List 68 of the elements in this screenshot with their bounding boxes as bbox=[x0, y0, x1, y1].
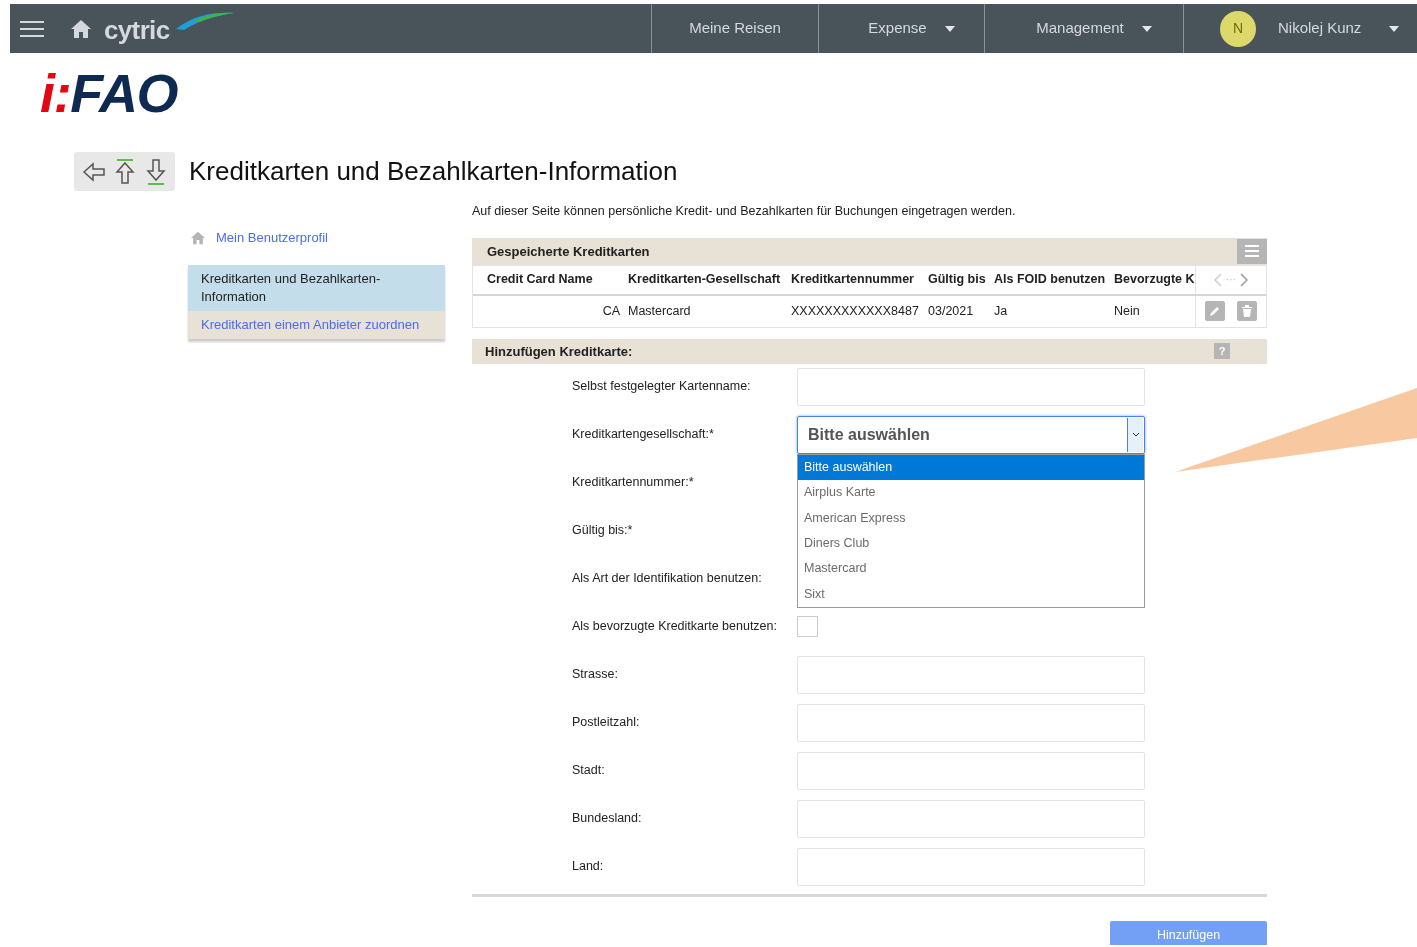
caret-icon bbox=[944, 25, 955, 32]
section-title: Gespeicherte Kreditkarten bbox=[487, 242, 650, 261]
nav-menu-item[interactable]: Management bbox=[984, 4, 1183, 53]
column-header: Bevorzugte K bbox=[1114, 271, 1195, 289]
input-field[interactable] bbox=[797, 703, 1145, 742]
chevron-right-icon[interactable] bbox=[1240, 272, 1248, 287]
input-field[interactable] bbox=[797, 367, 1145, 406]
caret-icon bbox=[1141, 25, 1152, 32]
home-icon[interactable] bbox=[70, 18, 92, 39]
dropdown-option[interactable]: Bitte auswählen bbox=[798, 454, 1144, 481]
trash-icon bbox=[1242, 305, 1252, 318]
field-label: Kreditkartengesellschaft:* bbox=[572, 426, 715, 444]
menu-icon[interactable] bbox=[20, 20, 44, 37]
section-title: Hinzufügen Kreditkarte: bbox=[485, 342, 633, 361]
dropdown-option[interactable]: Diners Club bbox=[798, 530, 1144, 557]
brand-logo[interactable]: cytric bbox=[104, 8, 238, 49]
input-field[interactable] bbox=[797, 799, 1145, 838]
down-arrow-icon[interactable] bbox=[144, 158, 167, 185]
field-label: Bundesland: bbox=[572, 810, 643, 828]
home-icon bbox=[190, 230, 206, 245]
field-label: Stadt: bbox=[572, 762, 606, 780]
field-label: Strasse: bbox=[572, 666, 619, 684]
dropdown-option[interactable]: Mastercard bbox=[798, 556, 1144, 582]
table-cell-text: XXXXXXXXXXXX8487 bbox=[791, 302, 920, 320]
column-header: Credit Card Name bbox=[487, 271, 594, 289]
edit-button[interactable] bbox=[1205, 301, 1225, 322]
delete-button[interactable] bbox=[1237, 301, 1257, 322]
user-avatar: N bbox=[1220, 10, 1256, 47]
column-header: Als FOID benutzen bbox=[994, 271, 1107, 289]
intro-text: Auf dieser Seite können persönliche Kredit- und Bezahlkarten für Buchungen eingetragen werden. bbox=[472, 203, 1017, 220]
field-label: Als bevorzugte Kreditkarte benutzen: bbox=[572, 618, 778, 636]
table-cell-text: Mastercard bbox=[628, 302, 692, 320]
dropdown-option[interactable]: Sixt bbox=[798, 581, 1144, 608]
field-label: Land: bbox=[572, 858, 605, 876]
user-menu[interactable]: N Nikolej Kunz bbox=[1183, 4, 1417, 53]
up-arrow-icon[interactable] bbox=[114, 158, 137, 185]
chevron-down-icon bbox=[1127, 417, 1143, 452]
field-label: Als Art der Identifikation benutzen: bbox=[572, 570, 763, 588]
field-label: Postleitzahl: bbox=[572, 714, 641, 732]
select-field[interactable]: Bitte auswählen bbox=[797, 415, 1145, 454]
field-label: Kreditkartennummer:* bbox=[572, 474, 695, 492]
pager-ellipsis: ··· bbox=[1226, 273, 1236, 288]
input-field[interactable] bbox=[797, 751, 1145, 790]
column-header: Gültig bis bbox=[928, 271, 987, 289]
table-cell-text: 03/2021 bbox=[928, 302, 975, 320]
table-cell-text: CA bbox=[601, 302, 621, 320]
column-header: Kreditkarten-Gesellschaft bbox=[628, 271, 782, 289]
nav-menu-item[interactable]: Meine Reisen bbox=[651, 4, 818, 53]
checkbox[interactable] bbox=[797, 616, 818, 638]
table-cell-text: Ja bbox=[994, 302, 1009, 320]
caret-icon bbox=[1389, 25, 1400, 32]
column-header: Kreditkartennummer bbox=[791, 271, 915, 289]
chevron-left-icon[interactable] bbox=[1214, 272, 1222, 287]
table-cell-text: Nein bbox=[1114, 302, 1141, 320]
left-arrow-icon[interactable] bbox=[82, 160, 107, 183]
sidebar-item[interactable]: Kreditkarten einem Anbieter zuordnen bbox=[188, 310, 445, 339]
dropdown-option[interactable]: American Express bbox=[798, 505, 1144, 531]
sidebar-item[interactable]: Kreditkarten und Bezahlkarten-Information bbox=[188, 264, 445, 311]
profile-link[interactable]: Mein Benutzerprofil bbox=[216, 228, 328, 248]
dropdown-option[interactable]: Airplus Karte bbox=[798, 480, 1144, 506]
input-field[interactable] bbox=[797, 847, 1145, 886]
input-field[interactable] bbox=[797, 655, 1145, 694]
company-logo: i:FAO bbox=[40, 67, 179, 119]
field-label: Selbst festgelegter Kartenname: bbox=[572, 378, 752, 396]
pencil-icon bbox=[1209, 305, 1221, 318]
page-title: Kreditkarten und Bezahlkarten-Information bbox=[189, 155, 678, 188]
field-label: Gültig bis:* bbox=[572, 522, 634, 540]
nav-menu-item[interactable]: Expense bbox=[818, 4, 984, 53]
